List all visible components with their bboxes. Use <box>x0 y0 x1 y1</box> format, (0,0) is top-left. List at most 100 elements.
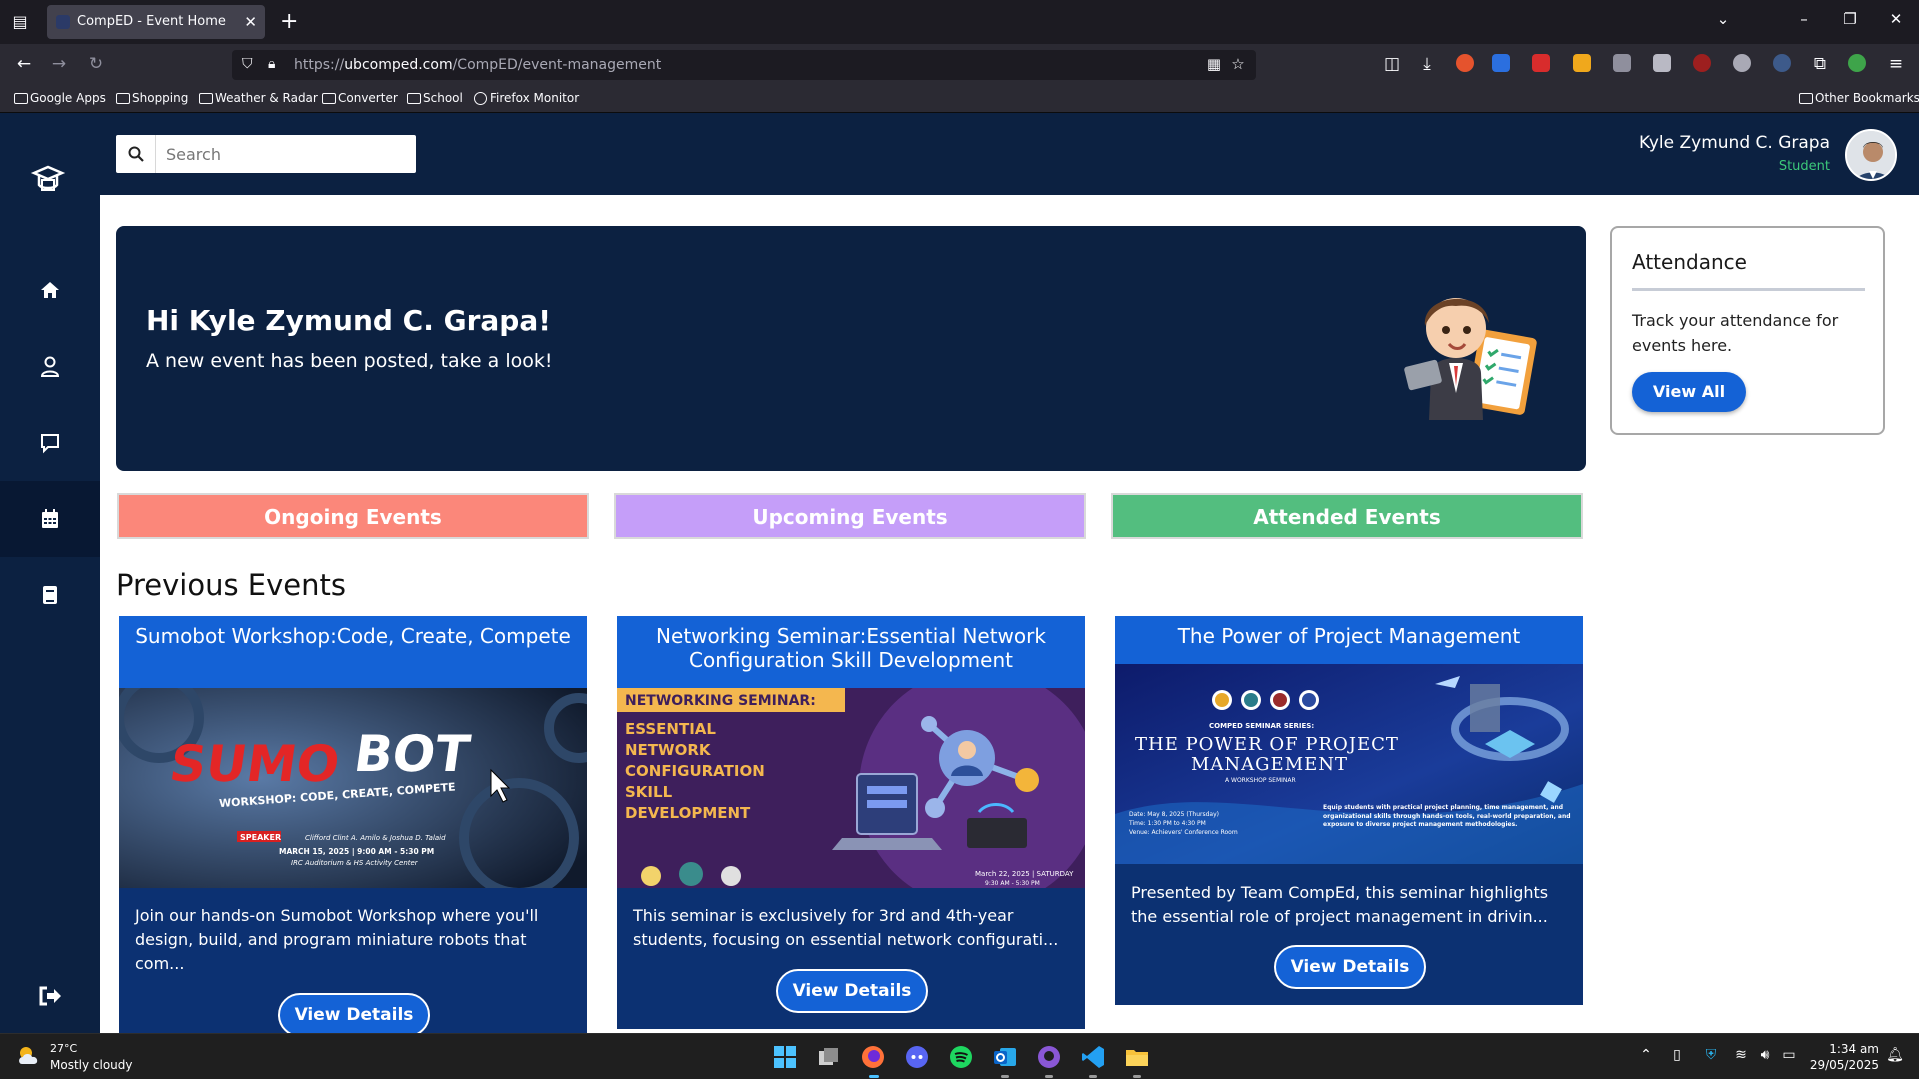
comped-logo-icon[interactable] <box>30 163 66 199</box>
weather-temperature[interactable]: 27°C <box>50 1042 77 1055</box>
volume-icon[interactable]: 🔊︎ <box>1756 1047 1774 1063</box>
search-icon[interactable] <box>116 135 156 173</box>
reload-icon[interactable]: ↻ <box>84 52 108 76</box>
defender-icon[interactable]: ⛨ <box>1702 1047 1720 1063</box>
active-app-indicator <box>869 1075 879 1078</box>
sidebar-item-home[interactable] <box>0 252 100 328</box>
view-details-button[interactable]: View Details <box>776 969 928 1013</box>
view-all-button[interactable]: View All <box>1632 372 1746 412</box>
other-bookmarks-folder[interactable]: Other Bookmarks <box>1797 84 1919 112</box>
avatar[interactable] <box>1845 129 1897 181</box>
extension-icon[interactable] <box>1848 54 1866 72</box>
notifications-bell-icon[interactable]: 🔔︎ <box>1886 1047 1904 1063</box>
weather-description[interactable]: Mostly cloudy <box>50 1058 133 1072</box>
partly-cloudy-icon[interactable] <box>16 1044 42 1066</box>
search-input[interactable] <box>158 135 410 173</box>
user-role: Student <box>1778 159 1830 174</box>
view-details-button[interactable]: View Details <box>1274 945 1426 989</box>
url-text[interactable]: https://ubcomped.com/CompED/event-manage… <box>294 50 661 80</box>
poster-venue: Venue: Achievers' Conference Room <box>1129 829 1238 836</box>
poster-date: Date: May 8, 2025 (Thursday) <box>1129 811 1219 818</box>
extension-icon[interactable] <box>1733 54 1751 72</box>
wifi-icon[interactable]: ≋ <box>1732 1047 1750 1063</box>
windows-taskbar: 27°C Mostly cloudy ⌃ ▯ ⛨ ≋ 🔊︎ ▭ 1:34 am … <box>0 1033 1919 1079</box>
extension-icon[interactable] <box>1573 54 1591 72</box>
bookmark-folder[interactable]: Weather & Radar <box>197 84 318 112</box>
logout-button[interactable] <box>0 958 100 1034</box>
poster-line1: THE POWER OF PROJECT <box>1135 734 1399 755</box>
clock-time[interactable]: 1:34 am <box>1829 1042 1879 1056</box>
menu-hamburger-icon[interactable]: ≡ <box>1884 52 1908 76</box>
github-icon[interactable] <box>1036 1044 1062 1070</box>
event-poster-image[interactable]: SUMO BOT WORKSHOP: CODE, CREATE, COMPETE… <box>119 688 587 888</box>
tracking-shield-icon[interactable]: ⛉ <box>242 56 258 74</box>
vscode-icon[interactable] <box>1080 1044 1106 1070</box>
poster-line: NETWORK <box>625 741 712 759</box>
forward-arrow-icon[interactable]: → <box>47 52 71 76</box>
sidebar <box>0 113 100 1033</box>
user-name: Kyle Zymund C. Grapa <box>1638 133 1830 153</box>
browser-tab[interactable]: CompED - Event Home ✕ <box>47 5 265 39</box>
ublock-icon[interactable] <box>1693 54 1711 72</box>
show-hidden-icons-chevron[interactable]: ⌃ <box>1637 1047 1655 1063</box>
event-card: Networking Seminar:Essential Network Con… <box>617 616 1085 1029</box>
event-card-description: This seminar is exclusively for 3rd and … <box>633 906 1059 949</box>
new-tab-icon[interactable]: + <box>280 8 298 36</box>
pocket-icon[interactable]: ◫ <box>1380 52 1404 76</box>
bookmark-folder[interactable]: Google Apps <box>12 84 106 112</box>
discord-icon[interactable] <box>904 1044 930 1070</box>
browser-toolbar: ← → ↻ ⛉ 🔒︎ https://ubcomped.com/CompED/e… <box>0 44 1919 84</box>
sidebar-item-records[interactable] <box>0 557 100 633</box>
spotify-icon[interactable] <box>948 1044 974 1070</box>
extension-icon[interactable] <box>1773 54 1791 72</box>
bookmark-folder[interactable]: Shopping <box>114 84 188 112</box>
firefox-icon[interactable] <box>860 1044 886 1070</box>
extension-icon[interactable] <box>1532 54 1550 72</box>
address-bar[interactable]: ⛉ 🔒︎ https://ubcomped.com/CompED/event-m… <box>232 50 1256 80</box>
battery-icon[interactable]: ▭ <box>1780 1047 1798 1063</box>
extension-icon[interactable] <box>1492 54 1510 72</box>
tab-title: CompED - Event Home <box>77 14 226 29</box>
windows-start-icon[interactable] <box>772 1044 798 1070</box>
task-view-icon[interactable] <box>816 1044 842 1070</box>
extensions-puzzle-icon[interactable]: ⧉ <box>1808 52 1832 76</box>
poster-blurb: Equip students with practical project pl… <box>1323 804 1571 828</box>
extension-icon[interactable] <box>1456 54 1474 72</box>
event-poster-image[interactable]: NETWORKING SEMINAR: ESSENTIAL NETWORK CO… <box>617 688 1085 888</box>
downloads-icon[interactable]: ⤓ <box>1415 52 1439 76</box>
app-header: Kyle Zymund C. Grapa Student <box>100 113 1919 195</box>
clock-date[interactable]: 29/05/2025 <box>1810 1058 1879 1072</box>
tab-overflow-chevron-icon[interactable]: ⌄ <box>1711 10 1735 28</box>
outlook-icon[interactable] <box>992 1044 1018 1070</box>
running-app-indicator <box>1045 1075 1053 1078</box>
search-box[interactable] <box>116 135 416 173</box>
browser-tab-bar: ▤ CompED - Event Home ✕ + ⌄ – ❐ ✕ <box>0 0 1919 44</box>
lock-icon[interactable]: 🔒︎ <box>268 56 284 74</box>
file-explorer-icon[interactable] <box>1124 1044 1150 1070</box>
attendance-description: Track your attendance for events here. <box>1632 311 1839 355</box>
event-card-title: Networking Seminar:Essential Network Con… <box>617 616 1085 688</box>
bookmark-folder[interactable]: School <box>405 84 463 112</box>
sidebar-item-events[interactable] <box>0 481 100 557</box>
ongoing-events-tab[interactable]: Ongoing Events <box>117 493 589 539</box>
attended-events-tab[interactable]: Attended Events <box>1111 493 1583 539</box>
extension-icon[interactable] <box>1653 54 1671 72</box>
bookmark-folder[interactable]: Converter <box>320 84 398 112</box>
minimize-icon[interactable]: – <box>1792 10 1816 28</box>
tab-list-icon[interactable]: ▤ <box>10 12 30 32</box>
view-details-button[interactable]: View Details <box>278 993 430 1033</box>
poster-time: Time: 1:30 PM to 4:30 PM <box>1128 820 1206 827</box>
sidebar-item-messages[interactable] <box>0 405 100 481</box>
extension-icon[interactable] <box>1613 54 1631 72</box>
sidebar-item-profile[interactable] <box>0 329 100 405</box>
bookmark-star-icon[interactable]: ☆ <box>1228 55 1248 73</box>
event-poster-image[interactable]: COMPED SEMINAR SERIES: THE POWER OF PROJ… <box>1115 664 1583 864</box>
close-window-icon[interactable]: ✕ <box>1884 10 1908 28</box>
back-arrow-icon[interactable]: ← <box>12 52 36 76</box>
usb-device-icon[interactable]: ▯ <box>1668 1047 1686 1063</box>
app-grid-icon[interactable]: ▦ <box>1204 55 1224 73</box>
restore-icon[interactable]: ❐ <box>1838 10 1862 28</box>
upcoming-events-tab[interactable]: Upcoming Events <box>614 493 1086 539</box>
close-tab-icon[interactable]: ✕ <box>244 5 257 39</box>
bookmark-link[interactable]: Firefox Monitor <box>472 84 579 112</box>
